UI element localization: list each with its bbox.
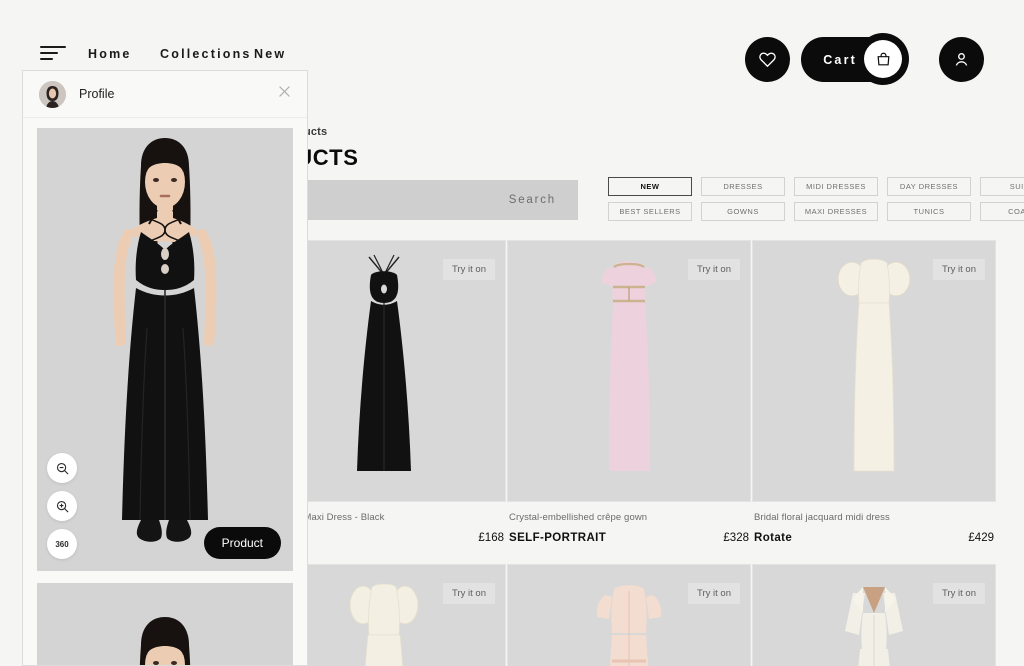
cart-bag-inner	[864, 40, 902, 78]
try-it-on-badge[interactable]: Try it on	[933, 259, 985, 280]
product-illustration	[349, 583, 419, 666]
account-button[interactable]	[939, 37, 984, 82]
image-tools: 360	[47, 445, 77, 559]
nav-actions: Cart	[745, 33, 984, 85]
hamburger-menu-icon[interactable]	[40, 46, 66, 62]
product-brand: Rotate	[754, 532, 793, 544]
app-root: Home Collections New Cart ODUCTS Search …	[0, 0, 1024, 666]
profile-panel: Profile 360 Product	[22, 70, 308, 666]
nav-link-collections[interactable]: Collections	[160, 47, 254, 61]
zoom-out-icon[interactable]	[47, 453, 77, 483]
try-it-on-badge[interactable]: Try it on	[443, 583, 495, 604]
filter-chip-maxi-dresses[interactable]: MAXI DRESSES	[794, 202, 878, 221]
product-image[interactable]: Try it on	[507, 240, 751, 502]
avatar-image	[39, 80, 66, 108]
filter-chip-suits[interactable]: SUITS	[980, 177, 1024, 196]
search-input[interactable]: Search	[262, 180, 578, 220]
product-description: Crystal-embellished crêpe gown	[509, 512, 648, 523]
filter-chip-new[interactable]: NEW	[608, 177, 692, 196]
profile-panel-body: 360 Product	[23, 118, 307, 665]
product-price: £328	[723, 532, 749, 544]
profile-panel-title: Profile	[79, 87, 115, 101]
cart-group: Cart	[801, 33, 909, 85]
filter-chip-gowns[interactable]: GOWNS	[701, 202, 785, 221]
product-grid: Try it on e Jersey Maxi Dress - Black NI…	[262, 240, 996, 666]
heart-icon	[759, 52, 776, 68]
zoom-in-icon[interactable]	[47, 491, 77, 521]
search-label: Search	[508, 194, 556, 206]
product-card[interactable]: Try it on Bridal floral jacquard midi dr…	[752, 240, 996, 544]
product-illustration	[596, 585, 662, 666]
wishlist-button[interactable]	[745, 37, 791, 82]
filter-chip-coats[interactable]: COATS	[980, 202, 1024, 221]
try-it-on-badge[interactable]: Try it on	[688, 259, 740, 280]
product-description: Bridal floral jacquard midi dress	[754, 512, 890, 523]
filter-chip-group: NEW DRESSES MIDI DRESSES DAY DRESSES SUI…	[608, 177, 1024, 221]
hamburger-line	[40, 46, 66, 48]
shopping-bag-icon	[877, 52, 889, 65]
product-card[interactable]: Try it on Crystal-embellished crêpe gown…	[507, 240, 751, 544]
nav-link-new[interactable]: New	[254, 47, 286, 61]
product-price: £429	[968, 532, 994, 544]
filter-chip-day-dresses[interactable]: DAY DRESSES	[887, 177, 971, 196]
rotate-360-icon[interactable]: 360	[47, 529, 77, 559]
cart-bag-button[interactable]	[857, 33, 909, 85]
product-image[interactable]: Try it on	[507, 564, 751, 666]
product-card[interactable]: Try it on	[752, 564, 996, 666]
filter-chip-midi-dresses[interactable]: MIDI DRESSES	[794, 177, 878, 196]
hamburger-line	[40, 58, 53, 60]
product-illustration	[602, 261, 656, 471]
product-image[interactable]: Try it on	[752, 564, 996, 666]
product-button[interactable]: Product	[203, 527, 281, 559]
product-image[interactable]: Try it on	[752, 240, 996, 502]
product-price: £168	[478, 532, 504, 544]
primary-nav-links: Home Collections New	[88, 47, 286, 61]
product-meta: Crystal-embellished crêpe gown SELF-PORT…	[507, 502, 751, 544]
profile-model-image[interactable]: 360 Product	[37, 128, 293, 571]
avatar	[39, 80, 66, 108]
profile-model-image-secondary[interactable]	[37, 583, 293, 665]
close-icon[interactable]	[276, 83, 293, 105]
product-illustration	[845, 587, 903, 666]
product-brand-price-row: SELF-PORTRAIT £328	[509, 532, 749, 544]
filter-chip-dresses[interactable]: DRESSES	[701, 177, 785, 196]
product-illustration	[837, 258, 911, 472]
try-it-on-badge[interactable]: Try it on	[933, 583, 985, 604]
try-it-on-badge[interactable]: Try it on	[443, 259, 495, 280]
hamburger-line	[40, 52, 58, 54]
product-card[interactable]: Try it on	[507, 564, 751, 666]
filter-chip-tunics[interactable]: TUNICS	[887, 202, 971, 221]
product-meta: Bridal floral jacquard midi dress Rotate…	[752, 502, 996, 544]
nav-link-home[interactable]: Home	[88, 47, 160, 61]
filter-chip-best-sellers[interactable]: BEST SELLERS	[608, 202, 692, 221]
try-it-on-badge[interactable]: Try it on	[688, 583, 740, 604]
rotate-360-label: 360	[55, 539, 69, 549]
product-brand-price-row: Rotate £429	[754, 532, 994, 544]
profile-panel-header: Profile	[23, 71, 307, 118]
cart-label: Cart	[823, 52, 857, 67]
product-illustration	[357, 254, 411, 471]
user-icon	[955, 53, 968, 66]
model-illustration-secondary	[37, 583, 293, 665]
product-brand: SELF-PORTRAIT	[509, 532, 607, 544]
